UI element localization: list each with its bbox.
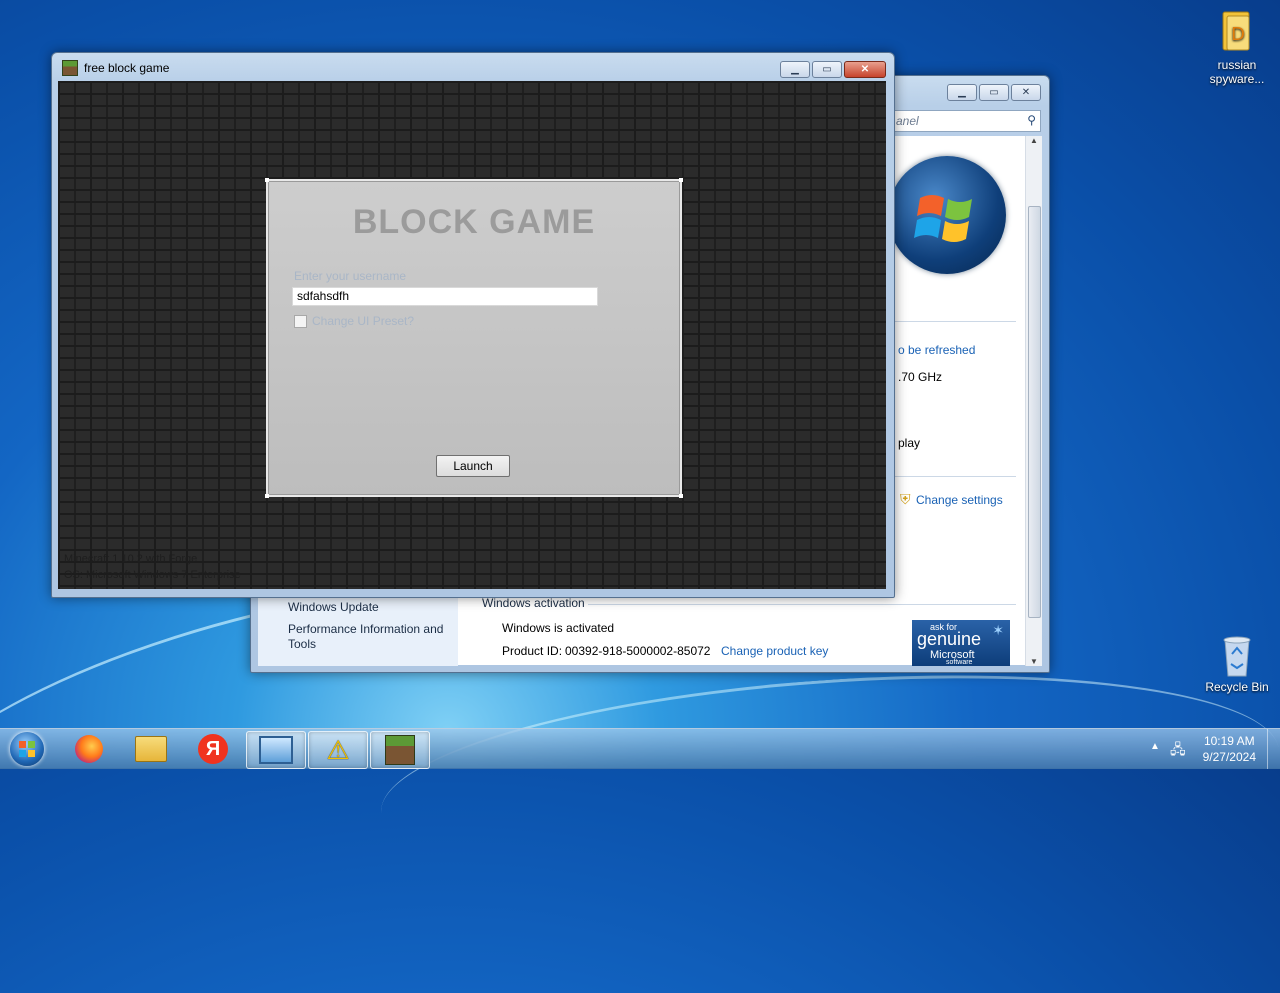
desktop-icon-label: russian spyware... (1209, 58, 1265, 86)
firefox-icon (75, 735, 103, 763)
windows-logo (888, 156, 1006, 274)
launch-button[interactable]: Launch (436, 455, 510, 477)
maximize-button[interactable]: ▭ (979, 84, 1009, 101)
taskbar-minecraft[interactable] (370, 731, 430, 769)
login-panel: BLOCK GAME Enter your username sdfahsdfh… (265, 178, 683, 498)
performance-info-link[interactable]: Performance Information and Tools (288, 622, 458, 652)
taskbar-explorer[interactable] (122, 731, 180, 767)
desktop-icon-label: Recycle Bin (1205, 680, 1269, 694)
show-desktop-button[interactable] (1267, 729, 1280, 769)
window-controls: ▁ ▭ ✕ (947, 84, 1041, 101)
divider (888, 476, 1016, 477)
resize-handle[interactable] (265, 178, 269, 182)
system-clock[interactable]: 10:19 AM 9/27/2024 (1203, 733, 1256, 765)
clock-date: 9/27/2024 (1202, 750, 1256, 764)
activation-heading: Windows activation (482, 596, 585, 610)
desktop-icon-recycle-bin[interactable]: Recycle Bin (1200, 630, 1274, 694)
recycle-bin-icon (1217, 630, 1257, 677)
close-button[interactable]: ✕ (1011, 84, 1041, 101)
display-text: play (898, 436, 921, 450)
folder-icon: D (1217, 8, 1257, 54)
taskbar: Я ⚠ ▲ 🖧 10:19 AM 9/27/2024 (0, 728, 1280, 769)
star-icon: ✶ (992, 622, 1004, 638)
taskbar-yandex[interactable]: Я (184, 731, 242, 767)
genuine-microsoft-badge[interactable]: ask for genuine Microsoft software ✶ (912, 620, 1010, 666)
see-also-panel: Windows Update Performance Information a… (258, 596, 458, 666)
search-placeholder: anel (896, 114, 919, 128)
windows-start-orb-icon (10, 732, 44, 766)
shield-icon: ⛨ (900, 491, 911, 507)
window-controls: ▁ ▭ ✕ (780, 61, 886, 78)
resize-handle[interactable] (679, 178, 683, 182)
genuine-sub: software (946, 659, 973, 666)
window-title: free block game (84, 61, 170, 75)
divider (888, 321, 1016, 322)
taskbar-control-panel[interactable] (246, 731, 306, 769)
ui-preset-checkbox[interactable] (294, 315, 307, 328)
grass-block-icon (62, 60, 78, 76)
scroll-thumb[interactable] (1028, 206, 1041, 618)
close-button[interactable]: ✕ (844, 61, 886, 78)
desktop-icon-russian-spyware[interactable]: D russian spyware... (1200, 8, 1274, 86)
login-heading: BLOCK GAME (352, 203, 596, 241)
grass-block-icon (385, 735, 415, 765)
yandex-icon: Я (198, 734, 228, 764)
resize-handle[interactable] (265, 494, 269, 498)
cpu-speed: .70 GHz (898, 370, 943, 384)
genuine-big: genuine (917, 629, 982, 649)
version-text: Minecraft 1.10.2 with Forge (64, 553, 198, 565)
username-label: Enter your username (294, 269, 407, 283)
game-canvas[interactable]: BLOCK GAME Enter your username sdfahsdfh… (58, 81, 886, 589)
folder-icon (135, 736, 167, 762)
change-product-key-link[interactable]: Change product key (721, 644, 828, 658)
clock-time: 10:19 AM (1203, 734, 1255, 748)
minimize-button[interactable]: ▁ (947, 84, 977, 101)
os-text: OS: Microsoft Windows 7 Enterprise (64, 569, 241, 581)
ui-preset-label[interactable]: Change UI Preset? (312, 314, 414, 328)
search-box[interactable]: anel ⚲ (891, 110, 1041, 132)
windows-update-link[interactable]: Windows Update (288, 600, 379, 614)
divider (588, 604, 1016, 605)
change-settings-link[interactable]: Change settings (916, 493, 1003, 507)
scroll-up-arrow[interactable]: ▲ (1026, 136, 1042, 145)
product-id-value: 00392-918-5000002-85072 (565, 644, 711, 658)
scroll-down-arrow[interactable]: ▼ (1026, 657, 1042, 666)
scrollbar[interactable]: ▲ ▼ (1025, 136, 1042, 666)
warning-icon: ⚠ (326, 734, 350, 765)
resize-handle[interactable] (679, 494, 683, 498)
activation-status: Windows is activated (502, 621, 615, 635)
minimize-button[interactable]: ▁ (780, 61, 810, 78)
title-bar[interactable]: free block game (62, 59, 169, 77)
network-icon[interactable]: 🖧 (1170, 739, 1186, 763)
show-hidden-icons-icon[interactable]: ▲ (1150, 741, 1160, 752)
search-icon: ⚲ (1027, 113, 1036, 127)
taskbar-firefox[interactable] (60, 731, 118, 767)
refresh-link[interactable]: o be refreshed (898, 343, 975, 357)
username-input[interactable]: sdfahsdfh (292, 287, 598, 306)
game-window[interactable]: free block game ▁ ▭ ✕ BLOCK GAME Enter y… (51, 52, 895, 598)
product-id-label: Product ID: (502, 644, 563, 658)
start-button[interactable] (2, 731, 52, 767)
svg-text:D: D (1231, 24, 1245, 45)
maximize-button[interactable]: ▭ (812, 61, 842, 78)
taskbar-warning[interactable]: ⚠ (308, 731, 368, 769)
system-monitor-icon (259, 736, 293, 764)
